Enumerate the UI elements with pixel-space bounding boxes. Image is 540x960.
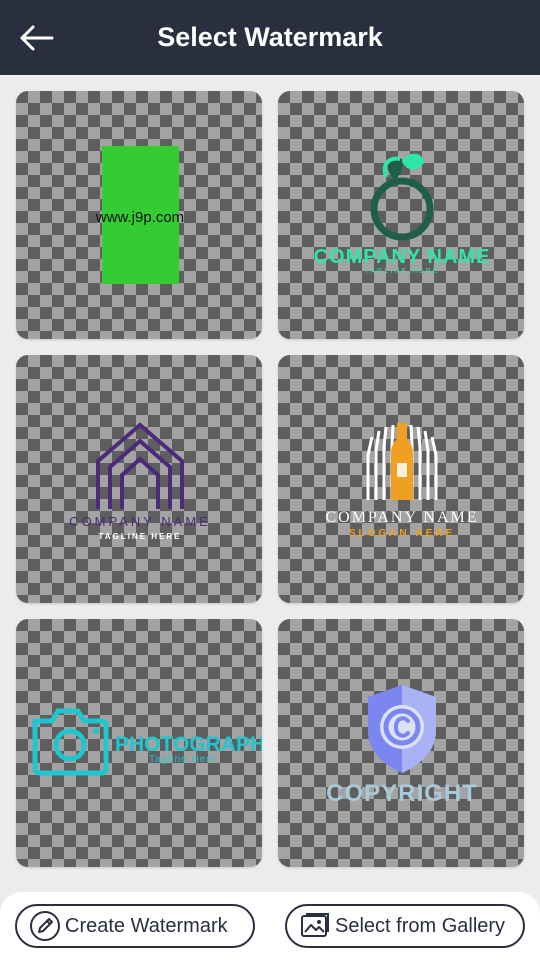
copyright-icon <box>380 705 424 749</box>
pencil-icon <box>29 910 61 942</box>
company-name-text: COMPANY NAME <box>325 509 478 526</box>
copyright-text: COPYRIGHT <box>326 780 478 807</box>
watermark-tile-3[interactable]: COMPANY NAME TAGLINE HERE <box>16 355 262 603</box>
tagline-text: TAGLINE HERE <box>365 268 440 275</box>
photography-text: PHOTOGRAPHY <box>115 733 262 756</box>
watermark-tile-4[interactable]: COMPANY NAME SLOGAN HERE <box>278 355 524 603</box>
tagline-text: TAGLINE HERE <box>99 532 182 541</box>
app-bar: Select Watermark <box>0 0 540 75</box>
bottom-action-bar: Create Watermark Select from Gallery <box>0 892 540 960</box>
watermark-tile-6[interactable]: COPYRIGHT <box>278 619 524 867</box>
watermark-tile-2[interactable]: COMPANY NAME TAGLINE HERE <box>278 91 524 339</box>
page-title: Select Watermark <box>157 22 383 52</box>
create-watermark-label: Create Watermark <box>65 914 228 937</box>
image-icon <box>299 910 331 942</box>
tagline-text: Tagline Here <box>149 754 217 765</box>
watermark-preview-6: COPYRIGHT <box>326 685 478 807</box>
select-from-gallery-button[interactable]: Select from Gallery <box>285 904 525 948</box>
watermark-preview-4: COMPANY NAME SLOGAN HERE <box>325 423 478 539</box>
watermark-text: www.j9p.com <box>95 209 184 226</box>
watermark-preview-1: www.j9p.com <box>95 146 184 284</box>
company-name-text: COMPANY NAME <box>69 514 211 529</box>
watermark-preview-3: COMPANY NAME TAGLINE HERE <box>69 422 211 541</box>
camera-icon <box>32 708 109 776</box>
create-watermark-button[interactable]: Create Watermark <box>15 904 255 948</box>
company-name-text: COMPANY NAME <box>314 246 491 268</box>
watermark-tile-5[interactable]: PHOTOGRAPHY Tagline Here <box>16 619 262 867</box>
watermark-tile-1[interactable]: www.j9p.com <box>16 91 262 339</box>
watermark-preview-5: PHOTOGRAPHY Tagline Here <box>32 708 262 776</box>
watermark-preview-2: COMPANY NAME TAGLINE HERE <box>314 153 491 275</box>
select-from-gallery-label: Select from Gallery <box>335 914 506 937</box>
slogan-text: SLOGAN HERE <box>349 528 455 539</box>
